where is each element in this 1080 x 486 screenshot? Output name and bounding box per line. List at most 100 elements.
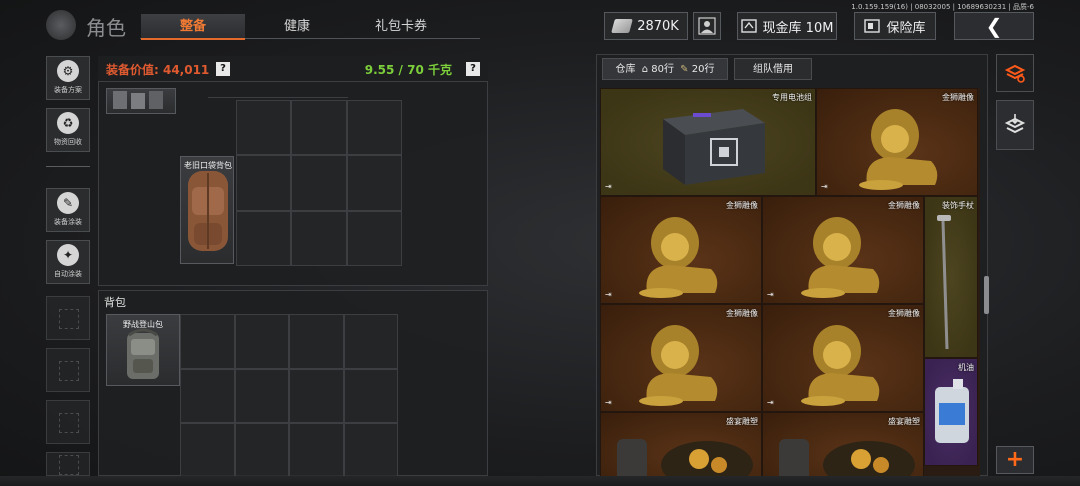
sidebar-equipment-plan[interactable]: ⚙ 装备方案 — [46, 56, 90, 100]
move-indicator-icon: ⇥ — [605, 182, 612, 191]
back-button[interactable]: ❮ — [954, 12, 1034, 40]
armor-icon — [113, 91, 163, 109]
gold-lion-icon — [801, 325, 880, 406]
warehouse-item-engine-oil[interactable]: 机油 — [924, 358, 978, 466]
gold-lion-icon — [639, 325, 718, 406]
safe-icon — [864, 19, 881, 33]
weight-help-button[interactable]: ? — [466, 62, 480, 76]
value-help-button[interactable]: ? — [216, 62, 230, 76]
backpack-section-label: 背包 — [104, 296, 126, 309]
sidebar-label: 装备涂装 — [54, 218, 82, 226]
grid-cell[interactable] — [291, 100, 347, 156]
gear-plan-icon: ⚙ — [57, 60, 79, 82]
tab-gift-cards[interactable]: 礼包卡券 — [354, 14, 448, 40]
stack-deposit-icon — [1004, 114, 1026, 134]
warehouse-item-battery[interactable]: 专用电池组 ⇥ — [600, 88, 816, 196]
tab-warehouse-label: 仓库 — [615, 64, 636, 75]
grid-cell[interactable] — [234, 314, 289, 369]
character-logo-icon — [46, 10, 76, 40]
grid-cell[interactable] — [346, 100, 402, 156]
item-name: 盛宴雕塑 — [726, 417, 758, 426]
sidebar-paint[interactable]: ✎ 装备涂装 — [46, 188, 90, 232]
move-indicator-icon: ⇥ — [605, 290, 612, 299]
tab-equipment[interactable]: 整备 — [141, 14, 245, 40]
empty-slot[interactable] — [46, 400, 90, 444]
warehouse-item-gold-lion[interactable]: 金狮雕像 ⇥ — [816, 88, 978, 196]
warehouse-item-gold-lion[interactable]: 金狮雕像 ⇥ — [762, 196, 924, 304]
grid-cell[interactable] — [289, 314, 344, 369]
money-icon — [611, 19, 634, 33]
grid-cell[interactable] — [180, 423, 235, 478]
item-name: 机油 — [958, 363, 974, 372]
grid-cell[interactable] — [291, 155, 347, 211]
tab-health[interactable]: 健康 — [260, 14, 334, 40]
grid-cell[interactable] — [346, 210, 402, 266]
safe-label: 保险库 — [886, 20, 926, 36]
sidebar-auto-paint[interactable]: ✦ 自动涂装 — [46, 240, 90, 284]
item-name: 专用电池组 — [772, 93, 812, 102]
warehouse-tabs: 仓库 ⌂ 80行 ✎ 20行 组队借用 — [602, 58, 812, 80]
trader-button[interactable] — [693, 12, 721, 40]
deposit-button[interactable] — [996, 100, 1034, 150]
grid-cell[interactable] — [235, 210, 291, 266]
grid-cell[interactable] — [289, 368, 344, 424]
item-name: 金狮雕像 — [888, 309, 920, 318]
cash-storage-label: 现金库 10M — [762, 20, 834, 36]
cash-storage-icon — [740, 19, 757, 33]
warehouse-item-gold-lion[interactable]: 金狮雕像 ⇥ — [600, 304, 762, 412]
grid-cell[interactable] — [343, 368, 398, 424]
grid-cell[interactable] — [234, 423, 289, 478]
item-name: 金狮雕像 — [888, 201, 920, 210]
item-name: 金狮雕像 — [726, 309, 758, 318]
grid-cell[interactable] — [343, 423, 398, 478]
paint-icon: ✎ — [57, 192, 79, 214]
grid-cell[interactable] — [343, 314, 398, 369]
bottom-strip — [0, 476, 1080, 486]
grid-cell[interactable] — [234, 368, 289, 424]
engine-oil-icon — [935, 379, 969, 443]
tab-team-borrow[interactable]: 组队借用 — [734, 58, 812, 80]
warehouse-item-feast-sculpture[interactable]: 盛宴雕塑 — [762, 412, 924, 476]
add-warehouse-row-button[interactable]: + — [996, 446, 1034, 474]
warehouse-item-gold-lion[interactable]: 金狮雕像 ⇥ — [600, 196, 762, 304]
grid-cell[interactable] — [346, 155, 402, 211]
sidebar-recycle[interactable]: ♻ 物资回收 — [46, 108, 90, 152]
armor-slot[interactable] — [106, 88, 176, 114]
grid-cell[interactable] — [235, 155, 291, 211]
tab-warehouse[interactable]: 仓库 ⌂ 80行 ✎ 20行 — [602, 58, 728, 80]
sidebar-divider — [46, 166, 90, 167]
stack-sort-icon — [1004, 64, 1026, 83]
grid-cell[interactable] — [180, 314, 235, 369]
warehouse-grid: 专用电池组 ⇥ 金狮雕像 ⇥ 金狮雕像 ⇥ 金狮雕像 ⇥ 装饰手杖 金狮雕像 ⇥… — [600, 88, 980, 476]
empty-slot[interactable] — [46, 452, 90, 476]
feast-sculpture-icon — [779, 439, 915, 476]
cash-storage-button[interactable]: 现金库 10M — [737, 12, 837, 40]
currency-value: 2870K — [637, 18, 679, 34]
partial-slot-row — [208, 86, 348, 98]
grid-cell[interactable] — [289, 423, 344, 478]
warehouse-item-gold-lion[interactable]: 金狮雕像 ⇥ — [762, 304, 924, 412]
warehouse-item-cane[interactable]: 装饰手杖 — [924, 196, 978, 358]
move-indicator-icon: ⇥ — [767, 290, 774, 299]
backpack-grid — [180, 314, 398, 478]
auto-paint-icon: ✦ — [57, 244, 79, 266]
grid-cell[interactable] — [235, 100, 291, 156]
move-indicator-icon: ⇥ — [821, 182, 828, 191]
sort-button[interactable] — [996, 54, 1034, 92]
grid-cell[interactable] — [180, 368, 235, 424]
equipment-value-bar: 装备价值: 44,011 ? 9.55 / 70 千克 ? — [98, 56, 488, 82]
warehouse-item-feast-sculpture[interactable]: 盛宴雕塑 — [600, 412, 762, 476]
gold-lion-icon — [639, 217, 718, 298]
feast-sculpture-icon — [617, 439, 753, 476]
warehouse-scrollbar[interactable] — [984, 276, 989, 314]
safe-button[interactable]: 保险库 — [854, 12, 936, 40]
trader-icon — [698, 17, 716, 35]
equipment-value: 装备价值: 44,011 — [106, 63, 210, 77]
empty-slot[interactable] — [46, 348, 90, 392]
gold-lion-icon — [801, 217, 880, 298]
backpack-slot[interactable]: 野战登山包 — [106, 314, 180, 386]
empty-slot[interactable] — [46, 296, 90, 340]
currency-display[interactable]: 2870K — [604, 12, 688, 40]
grid-cell[interactable] — [291, 210, 347, 266]
gold-lion-icon — [859, 109, 938, 190]
